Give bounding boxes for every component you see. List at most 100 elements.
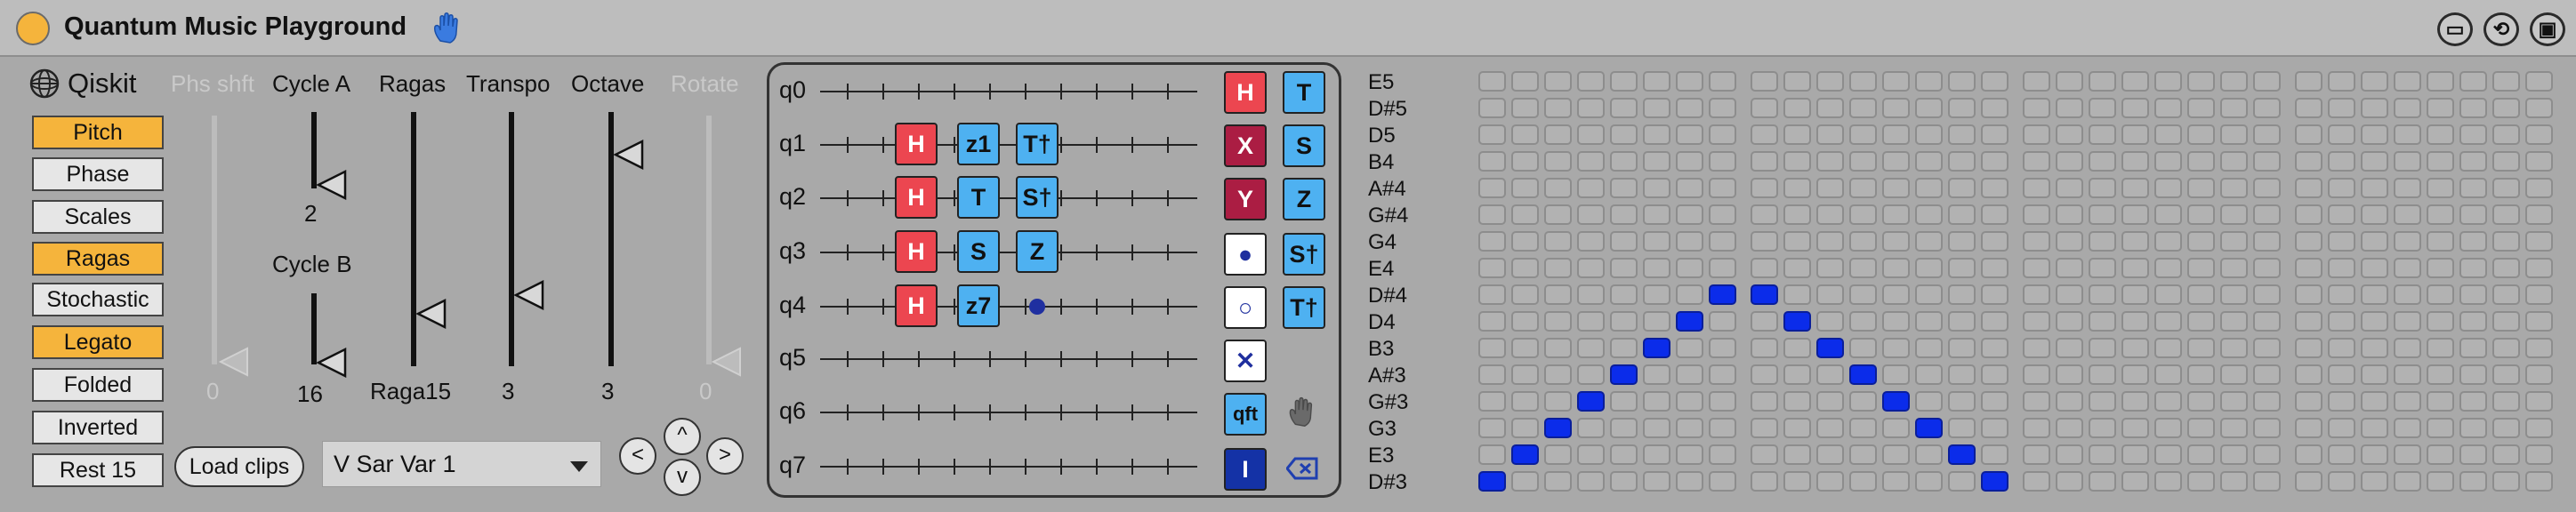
note-cell[interactable] [1577, 444, 1605, 465]
note-cell[interactable] [1478, 204, 1506, 225]
note-cell[interactable] [2295, 178, 2322, 198]
identity-gate[interactable]: I [1224, 448, 1267, 491]
note-cell[interactable] [2187, 124, 2215, 145]
note-cell[interactable] [2295, 364, 2322, 385]
note-cell[interactable] [1478, 391, 1506, 412]
note-cell[interactable] [2328, 311, 2355, 332]
note-cell[interactable] [2187, 204, 2215, 225]
note-cell[interactable] [2328, 338, 2355, 358]
qubit-wire-q6[interactable] [820, 404, 1197, 420]
note-cell[interactable] [2220, 151, 2248, 172]
note-cell[interactable] [1610, 338, 1638, 358]
note-cell[interactable] [2023, 284, 2050, 305]
note-cell[interactable] [1849, 418, 1877, 438]
note-cell[interactable] [1915, 98, 1943, 118]
note-cell[interactable] [1751, 338, 1778, 358]
note-cell[interactable] [1981, 284, 2008, 305]
note-cell[interactable] [2295, 98, 2322, 118]
note-cell[interactable] [2525, 391, 2553, 412]
note-cell[interactable] [1511, 151, 1539, 172]
note-cell[interactable] [2295, 391, 2322, 412]
note-cell[interactable] [2089, 471, 2116, 492]
circuit-gate-z1[interactable]: z1 [957, 123, 1000, 165]
note-cell[interactable] [2089, 204, 2116, 225]
note-cell[interactable] [1783, 231, 1811, 252]
note-cell[interactable] [2459, 98, 2487, 118]
control-gate[interactable]: ● [1224, 233, 1267, 276]
note-cell[interactable] [2427, 444, 2454, 465]
note-cell[interactable] [1511, 338, 1539, 358]
note-cell[interactable] [2361, 178, 2388, 198]
note-cell[interactable] [2154, 391, 2182, 412]
note-cell[interactable] [2154, 364, 2182, 385]
note-cell[interactable] [1709, 338, 1736, 358]
note-cell[interactable] [2187, 338, 2215, 358]
note-cell[interactable] [2056, 338, 2083, 358]
note-cell[interactable] [2492, 98, 2520, 118]
note-cell[interactable] [2220, 471, 2248, 492]
note-cell[interactable] [2394, 178, 2421, 198]
note-cell[interactable] [2154, 98, 2182, 118]
note-cell[interactable] [2121, 311, 2149, 332]
circuit-gate-z[interactable]: Z [1016, 230, 1059, 273]
note-cell[interactable] [1783, 391, 1811, 412]
y-gate[interactable]: Y [1224, 178, 1267, 220]
note-cell-active[interactable] [1610, 364, 1638, 385]
note-cell[interactable] [2295, 204, 2322, 225]
note-cell[interactable] [2525, 124, 2553, 145]
note-cell[interactable] [1544, 204, 1572, 225]
swap-gate[interactable]: ✕ [1224, 340, 1267, 382]
note-cell[interactable] [1610, 418, 1638, 438]
note-cell[interactable] [1643, 471, 1670, 492]
note-cell[interactable] [1610, 258, 1638, 278]
note-cell[interactable] [1643, 444, 1670, 465]
note-cell[interactable] [1577, 471, 1605, 492]
note-cell-active[interactable] [1816, 338, 1844, 358]
note-cell[interactable] [2361, 444, 2388, 465]
note-cell[interactable] [2220, 364, 2248, 385]
note-cell-active[interactable] [1577, 391, 1605, 412]
note-cell[interactable] [2459, 364, 2487, 385]
note-cell[interactable] [2394, 311, 2421, 332]
note-cell[interactable] [2253, 338, 2281, 358]
note-cell[interactable] [2089, 231, 2116, 252]
note-cell[interactable] [2089, 71, 2116, 92]
note-cell[interactable] [1981, 178, 2008, 198]
note-cell[interactable] [1676, 98, 1703, 118]
note-cell[interactable] [2394, 444, 2421, 465]
note-cell[interactable] [2361, 471, 2388, 492]
note-cell[interactable] [2220, 178, 2248, 198]
note-cell[interactable] [2220, 418, 2248, 438]
note-cell[interactable] [2154, 418, 2182, 438]
note-cell[interactable] [2253, 311, 2281, 332]
note-cell[interactable] [1676, 338, 1703, 358]
note-cell[interactable] [2089, 258, 2116, 278]
note-cell[interactable] [2187, 258, 2215, 278]
note-cell[interactable] [2056, 124, 2083, 145]
note-cell[interactable] [1610, 151, 1638, 172]
note-cell[interactable] [2295, 71, 2322, 92]
note-cell[interactable] [2394, 364, 2421, 385]
note-cell[interactable] [2187, 364, 2215, 385]
note-cell[interactable] [1981, 418, 2008, 438]
note-cell[interactable] [2056, 284, 2083, 305]
note-cell[interactable] [1676, 231, 1703, 252]
note-cell[interactable] [1751, 391, 1778, 412]
note-cell[interactable] [2295, 338, 2322, 358]
note-cell[interactable] [1882, 284, 1910, 305]
mode-button-phase[interactable]: Phase [32, 157, 164, 191]
note-cell[interactable] [2220, 124, 2248, 145]
note-cell[interactable] [2023, 151, 2050, 172]
note-cell[interactable] [1816, 231, 1844, 252]
note-cell[interactable] [1816, 204, 1844, 225]
note-cell[interactable] [2295, 311, 2322, 332]
note-cell-active[interactable] [1643, 338, 1670, 358]
note-cell[interactable] [2295, 231, 2322, 252]
note-cell[interactable] [1849, 258, 1877, 278]
note-cell[interactable] [2328, 124, 2355, 145]
note-cell[interactable] [2121, 258, 2149, 278]
save-icon[interactable]: ▣ [2530, 12, 2565, 46]
note-cell[interactable] [1751, 444, 1778, 465]
note-cell[interactable] [2427, 204, 2454, 225]
note-cell[interactable] [1915, 151, 1943, 172]
